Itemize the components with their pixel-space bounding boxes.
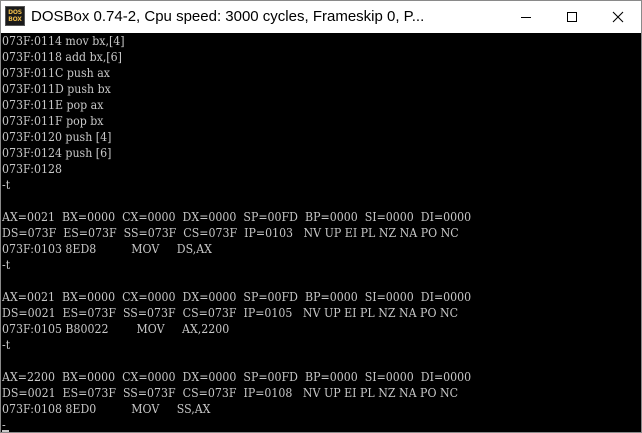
terminal-line: DS=073F ES=073F SS=073F CS=073F IP=0103 … [2,225,459,240]
terminal-line: -t [2,257,11,272]
terminal-line: 073F:0103 8ED8 MOV DS,AX [2,241,213,256]
text-cursor [2,430,9,432]
terminal-line: AX=0021 BX=0000 CX=0000 DX=0000 SP=00FD … [2,289,472,304]
dosbox-window: DOS BOX DOSBox 0.74-2, Cpu speed: 3000 c… [0,0,642,433]
close-icon [612,11,624,23]
terminal-line: 073F:0124 push [6] [2,145,112,160]
terminal-line: 073F:0108 8ED0 MOV SS,AX [2,401,211,416]
terminal-line: 073F:011E pop ax [2,97,104,112]
maximize-button[interactable] [549,1,595,33]
terminal-line: 073F:0128 [2,161,62,176]
close-button[interactable] [595,1,641,33]
terminal-line: 073F:0120 push [4] [2,129,112,144]
terminal-line: AX=0021 BX=0000 CX=0000 DX=0000 SP=00FD … [2,209,472,224]
terminal-line: DS=0021 ES=073F SS=073F CS=073F IP=0105 … [2,305,459,320]
terminal-line: DS=0021 ES=073F SS=073F CS=073F IP=0108 … [2,385,459,400]
terminal-line: 073F:0118 add bx,[6] [2,49,122,64]
window-title: DOSBox 0.74-2, Cpu speed: 3000 cycles, F… [31,8,425,25]
dosbox-logo-icon[interactable]: DOS BOX [5,6,25,26]
terminal-line: 073F:0114 mov bx,[4] [2,33,125,48]
minimize-icon [521,17,531,18]
maximize-icon [567,12,577,22]
dos-terminal[interactable]: 073F:0114 mov bx,[4] 073F:0118 add bx,[6… [1,33,641,432]
terminal-line: -t [2,177,11,192]
icon-label-top: DOS [8,9,22,16]
terminal-line: 073F:011F pop bx [2,113,104,128]
title-bar[interactable]: DOS BOX DOSBox 0.74-2, Cpu speed: 3000 c… [1,1,641,33]
terminal-line: AX=2200 BX=0000 CX=0000 DX=0000 SP=00FD … [2,369,472,384]
icon-label-bottom: BOX [8,16,22,23]
terminal-line: 073F:0105 B80022 MOV AX,2200 [2,321,230,336]
minimize-button[interactable] [503,1,549,33]
terminal-line: 073F:011D push bx [2,81,111,96]
terminal-line: -t [2,337,11,352]
terminal-line: 073F:011C push ax [2,65,110,80]
